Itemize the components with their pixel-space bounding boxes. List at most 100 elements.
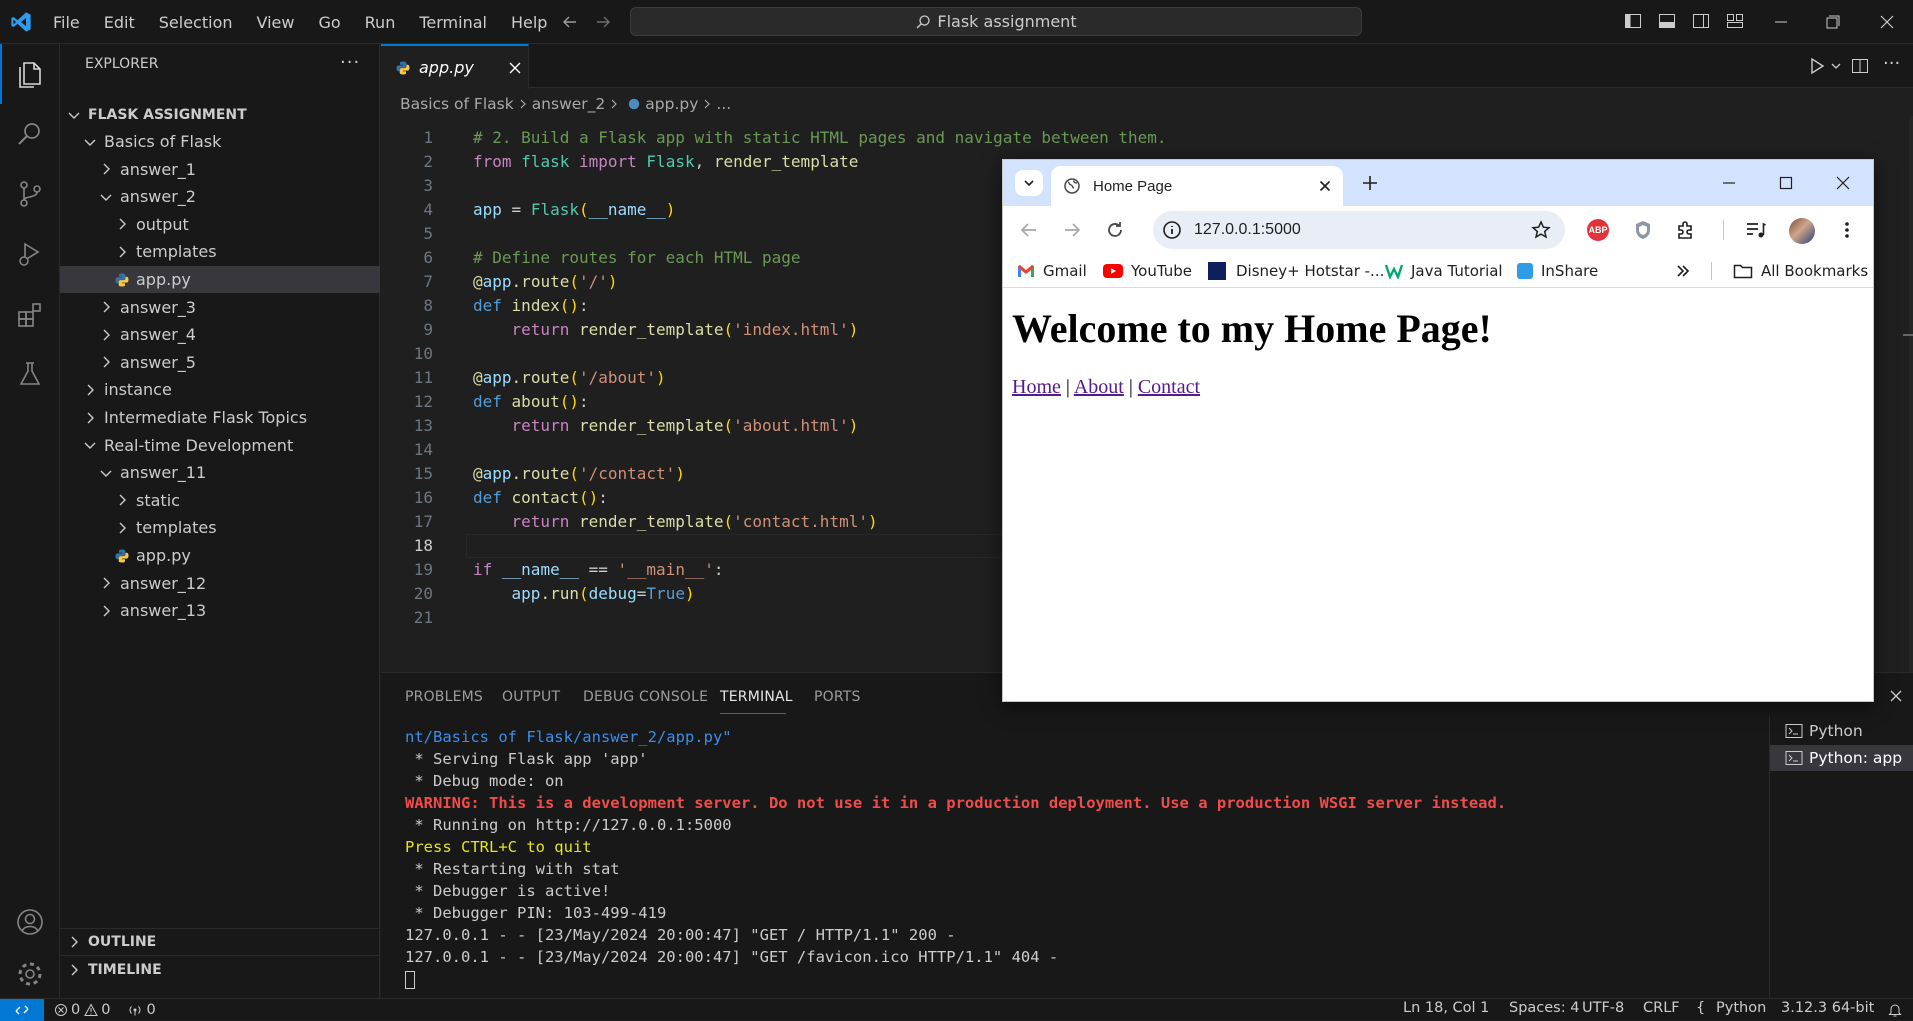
new-tab-plus-icon[interactable]	[1361, 174, 1379, 192]
remote-indicator[interactable]	[0, 998, 44, 1021]
nav-link-home[interactable]: Home	[1012, 376, 1061, 398]
tree-folder[interactable]: instance	[60, 376, 380, 403]
profile-avatar[interactable]	[1789, 218, 1815, 244]
tree-file[interactable]: app.py	[60, 266, 380, 293]
run-debug-icon[interactable]	[0, 224, 60, 284]
tree-folder[interactable]: answer_12	[60, 570, 380, 597]
menu-edit[interactable]: Edit	[92, 13, 147, 32]
panel-tab-output[interactable]: OUTPUT	[502, 689, 560, 705]
browser-close-icon[interactable]	[1835, 175, 1851, 191]
browser-maximize-icon[interactable]	[1778, 175, 1794, 191]
nav-link-contact[interactable]: Contact	[1138, 376, 1200, 398]
panel-tab-ports[interactable]: PORTS	[814, 689, 861, 705]
toggle-primary-sidebar-icon[interactable]	[1624, 12, 1642, 30]
panel-tab-debug-console[interactable]: DEBUG CONSOLE	[583, 689, 708, 705]
bookmark-hotstar[interactable]: Disney+ Hotstar -...	[1208, 254, 1384, 288]
browser-minimize-icon[interactable]	[1721, 175, 1737, 191]
close-tab-icon[interactable]	[1319, 180, 1331, 192]
adblock-extension-icon[interactable]: ABP	[1587, 219, 1609, 241]
bookmark-java-tutorial[interactable]: Java Tutorial	[1385, 254, 1503, 288]
shield-extension-icon[interactable]	[1633, 219, 1653, 241]
forward-arrow-icon[interactable]	[594, 13, 612, 31]
testing-flask-icon[interactable]	[0, 344, 60, 404]
media-queue-icon[interactable]	[1745, 220, 1767, 240]
nav-link-about[interactable]: About	[1074, 376, 1124, 398]
tree-folder[interactable]: answer_3	[60, 294, 380, 321]
search-view-icon[interactable]	[0, 104, 60, 164]
breadcrumb-item[interactable]: app.py	[645, 95, 698, 113]
tree-folder[interactable]: templates	[60, 238, 380, 265]
settings-gear-icon[interactable]	[0, 944, 60, 1004]
source-control-icon[interactable]	[0, 164, 60, 224]
menu-run[interactable]: Run	[353, 13, 408, 32]
close-window-icon[interactable]	[1878, 13, 1896, 31]
site-info-icon[interactable]	[1162, 220, 1182, 240]
tree-folder[interactable]: answer_13	[60, 597, 380, 624]
command-center-search[interactable]: Flask assignment	[630, 7, 1362, 36]
panel-tab-terminal[interactable]: TERMINAL	[720, 689, 793, 705]
back-arrow-icon[interactable]	[561, 13, 579, 31]
encoding[interactable]: UTF-8	[1582, 1000, 1624, 1016]
all-bookmarks[interactable]: All Bookmarks	[1733, 254, 1868, 288]
tree-folder[interactable]: answer_2	[60, 183, 380, 210]
breadcrumb-item[interactable]: Basics of Flask	[400, 95, 514, 113]
editor-scrollbar[interactable]	[1909, 116, 1913, 672]
panel-tab-problems[interactable]: PROBLEMS	[405, 689, 483, 705]
menu-view[interactable]: View	[245, 13, 307, 32]
indentation[interactable]: Spaces: 4	[1509, 1000, 1579, 1016]
tree-folder[interactable]: Real-time Development	[60, 432, 380, 459]
tree-folder[interactable]: answer_11	[60, 459, 380, 486]
tree-folder[interactable]: answer_1	[60, 156, 380, 183]
notifications-bell-icon[interactable]	[1887, 1002, 1903, 1018]
run-dropdown-chevron-icon[interactable]	[1830, 61, 1842, 71]
tree-folder[interactable]: Basics of Flask	[60, 128, 380, 155]
terminal-list-item-python-app[interactable]: Python: app	[1770, 745, 1913, 771]
bookmark-star-icon[interactable]	[1531, 220, 1551, 240]
tree-file[interactable]: app.py	[60, 542, 380, 569]
tree-folder[interactable]: templates	[60, 514, 380, 541]
line-ending[interactable]: CRLF	[1643, 1000, 1680, 1016]
bookmark-inshare[interactable]: InShare	[1517, 254, 1598, 288]
extensions-puzzle-icon[interactable]	[1675, 219, 1697, 241]
tree-folder[interactable]: answer_5	[60, 349, 380, 376]
editor-tab-app-py[interactable]: app.py	[381, 44, 529, 89]
tab-search-button[interactable]	[1015, 170, 1043, 196]
bookmark-gmail[interactable]: Gmail	[1017, 254, 1087, 288]
extensions-icon[interactable]	[0, 284, 60, 344]
close-tab-icon[interactable]	[508, 61, 522, 75]
reload-icon[interactable]	[1105, 220, 1125, 240]
split-editor-icon[interactable]	[1851, 57, 1869, 75]
more-actions-icon[interactable]: ···	[340, 54, 360, 72]
close-panel-icon[interactable]	[1889, 689, 1903, 703]
more-bookmarks-chevron-icon[interactable]	[1675, 263, 1691, 279]
breadcrumb-item[interactable]: ...	[716, 95, 731, 113]
outline-section[interactable]: OUTLINE	[60, 928, 380, 955]
menu-go[interactable]: Go	[306, 13, 352, 32]
terminal-list-item-python[interactable]: Python	[1785, 719, 1863, 743]
breadcrumb-item[interactable]: answer_2	[532, 95, 606, 113]
customize-layout-icon[interactable]	[1726, 12, 1744, 30]
editor-more-actions-icon[interactable]: ···	[1883, 53, 1900, 74]
address-bar[interactable]: 127.0.0.1:5000	[1153, 211, 1565, 249]
menu-selection[interactable]: Selection	[147, 13, 245, 32]
tree-folder[interactable]: output	[60, 211, 380, 238]
explorer-icon[interactable]	[0, 44, 60, 104]
python-interpreter[interactable]: 3.12.3 64-bit	[1781, 1000, 1874, 1016]
tree-folder[interactable]: Intermediate Flask Topics	[60, 404, 380, 431]
menu-terminal[interactable]: Terminal	[407, 13, 499, 32]
menu-help[interactable]: Help	[499, 13, 559, 32]
browser-tab-home-page[interactable]: Home Page	[1051, 166, 1343, 206]
menu-file[interactable]: File	[41, 13, 92, 32]
tree-folder[interactable]: answer_4	[60, 321, 380, 348]
run-python-file-icon[interactable]	[1808, 56, 1826, 76]
cursor-position[interactable]: Ln 18, Col 1	[1403, 1000, 1489, 1016]
browser-menu-kebab-icon[interactable]	[1843, 220, 1851, 240]
tree-root[interactable]: FLASK ASSIGNMENT	[60, 101, 380, 128]
language-mode[interactable]: Python	[1716, 1000, 1766, 1016]
minimize-icon[interactable]	[1772, 13, 1790, 31]
toggle-secondary-sidebar-icon[interactable]	[1692, 12, 1710, 30]
accounts-icon[interactable]	[0, 892, 60, 952]
tree-folder[interactable]: static	[60, 487, 380, 514]
toggle-panel-icon[interactable]	[1658, 12, 1676, 30]
timeline-section[interactable]: TIMELINE	[60, 956, 380, 983]
